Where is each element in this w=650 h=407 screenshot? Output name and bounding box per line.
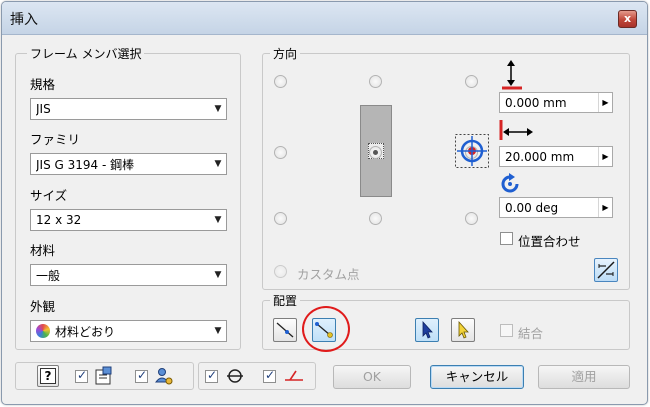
appearance-value: 材料どおり — [55, 324, 116, 339]
family-value: JIS G 3194 - 鋼棒 — [36, 157, 135, 172]
rotation-input[interactable]: 0.00 deg ▶ — [499, 197, 613, 218]
close-icon: x — [623, 12, 632, 25]
title-bar: 挿入 x — [2, 2, 647, 35]
appearance-select[interactable]: 材料どおり ▼ — [30, 320, 227, 342]
material-value: 一般 — [36, 268, 61, 283]
standard-label: 規格 — [30, 77, 56, 92]
standard-select[interactable]: JIS ▼ — [30, 98, 227, 120]
help-button[interactable]: ? — [37, 365, 59, 387]
orientation-group — [262, 53, 630, 290]
select-pointer-yellow-button[interactable] — [451, 318, 475, 342]
anchor-center-radio[interactable] — [369, 146, 382, 159]
flip-icon — [597, 261, 615, 279]
chevron-down-icon: ▼ — [214, 104, 222, 114]
combine-checkbox[interactable] — [500, 324, 513, 337]
vertical-offset-input[interactable]: 0.000 mm ▶ — [499, 92, 613, 113]
properties-icon — [95, 366, 112, 385]
line-placement-icon — [276, 322, 294, 338]
combine-label: 結合 — [518, 326, 544, 341]
placement-line-button[interactable] — [273, 318, 297, 342]
vertical-offset-value: 0.000 mm — [505, 95, 567, 110]
anchor-top-right-radio[interactable] — [465, 75, 478, 88]
horizontal-offset-icon — [499, 120, 533, 140]
chevron-right-icon[interactable]: ▶ — [598, 198, 612, 217]
option2-checkbox[interactable] — [135, 368, 148, 383]
frame-member-group-label: フレーム メンバ選択 — [27, 45, 145, 62]
dialog-title: 挿入 — [10, 12, 38, 28]
family-select[interactable]: JIS G 3194 - 鋼棒 ▼ — [30, 153, 227, 175]
material-select[interactable]: 一般 ▼ — [30, 264, 227, 286]
align-checkbox[interactable] — [500, 232, 513, 245]
chevron-right-icon[interactable]: ▶ — [598, 147, 612, 166]
highlight-circle — [302, 306, 350, 352]
chevron-right-icon[interactable]: ▶ — [598, 93, 612, 112]
apply-label: 適用 — [571, 369, 597, 384]
apply-button[interactable]: 適用 — [538, 365, 630, 389]
horizontal-offset-value: 20.000 mm — [505, 149, 575, 164]
custom-point-radio[interactable] — [274, 265, 287, 278]
anchor-middle-left-radio[interactable] — [274, 146, 287, 159]
family-label: ファミリ — [30, 132, 81, 147]
angle-icon — [285, 370, 303, 381]
option4-checkbox[interactable] — [263, 368, 276, 383]
insert-dialog: 挿入 x フレーム メンバ選択 規格 JIS ▼ ファミリ JIS G 3194… — [1, 1, 648, 405]
option3-checkbox[interactable] — [205, 368, 218, 383]
anchor-bottom-left-radio[interactable] — [274, 212, 287, 225]
size-value: 12 x 32 — [36, 213, 82, 227]
flip-button[interactable] — [594, 258, 618, 282]
chevron-down-icon: ▼ — [214, 270, 222, 280]
target-pick-icon[interactable] — [455, 134, 489, 168]
close-button[interactable]: x — [618, 10, 637, 28]
anchor-top-center-radio[interactable] — [369, 75, 382, 88]
rotation-value: 0.00 deg — [505, 200, 559, 215]
help-icon: ? — [40, 368, 56, 384]
size-select[interactable]: 12 x 32 ▼ — [30, 209, 227, 231]
anchor-top-left-radio[interactable] — [274, 75, 287, 88]
rotation-icon — [501, 173, 519, 193]
pointer-icon — [422, 320, 433, 339]
pointer-add-icon — [458, 320, 469, 339]
chevron-down-icon: ▼ — [214, 215, 222, 225]
cancel-label: キャンセル — [445, 369, 509, 384]
select-pointer-blue-button[interactable] — [415, 318, 439, 342]
vertical-offset-icon — [502, 60, 522, 90]
appearance-label: 外観 — [30, 299, 56, 314]
material-label: 材料 — [30, 243, 56, 258]
option1-checkbox[interactable] — [75, 368, 88, 383]
custom-point-label: カスタム点 — [297, 267, 360, 282]
ok-label: OK — [362, 369, 382, 384]
chevron-down-icon: ▼ — [214, 159, 222, 169]
user-settings-icon — [154, 368, 173, 385]
ok-button[interactable]: OK — [333, 365, 411, 389]
size-label: サイズ — [30, 188, 68, 203]
sync-icon — [227, 369, 243, 383]
anchor-bottom-right-radio[interactable] — [465, 212, 478, 225]
align-label: 位置合わせ — [518, 234, 581, 249]
orientation-group-label: 方向 — [270, 45, 301, 62]
placement-group-label: 配置 — [270, 292, 301, 309]
appearance-sphere-icon — [36, 324, 50, 338]
standard-value: JIS — [36, 102, 51, 116]
anchor-bottom-center-radio[interactable] — [369, 212, 382, 225]
cancel-button[interactable]: キャンセル — [430, 365, 524, 389]
chevron-down-icon: ▼ — [214, 326, 222, 336]
horizontal-offset-input[interactable]: 20.000 mm ▶ — [499, 146, 613, 167]
